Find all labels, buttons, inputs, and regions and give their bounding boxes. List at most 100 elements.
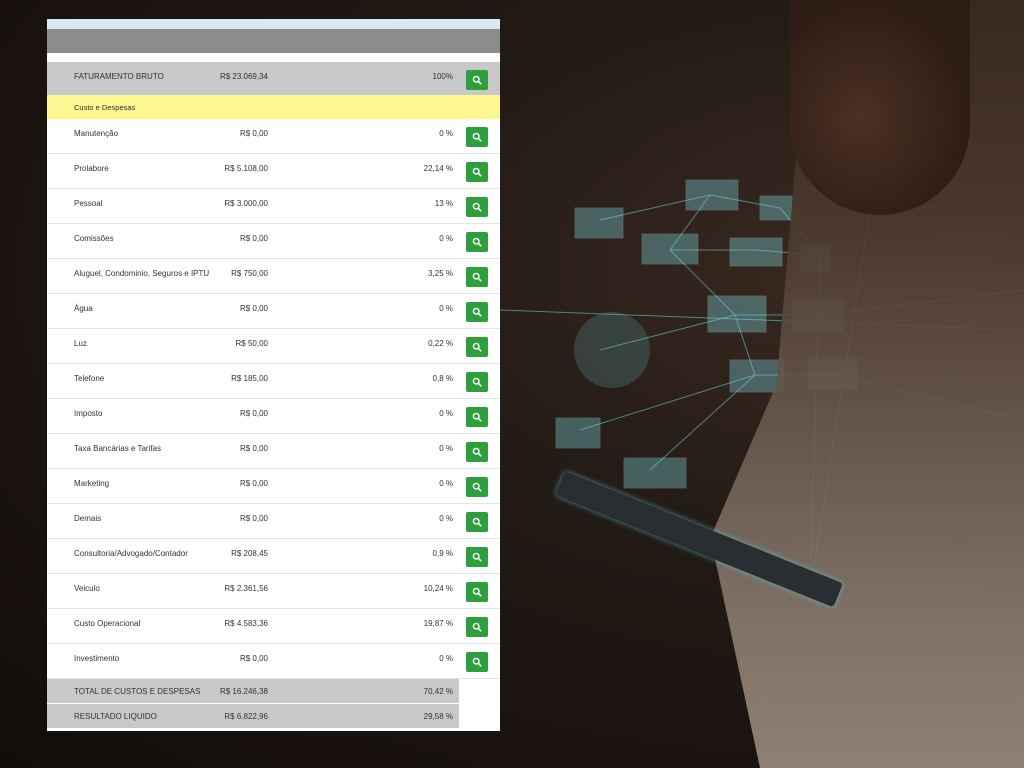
expense-pct: 13 % (434, 199, 453, 208)
financial-summary-panel: FATURAMENTO BRUTO R$ 23.069,34 100% Cust… (47, 19, 500, 731)
expense-row: Telefone R$ 185,00 0,8 % (47, 364, 500, 399)
expense-row: Investimento R$ 0,00 0 % (47, 644, 500, 679)
expense-value: R$ 0,00 (239, 479, 268, 488)
expense-detail-button[interactable] (466, 232, 488, 252)
expense-label: Demais (74, 514, 102, 523)
expense-row: Prolabore R$ 5.108,00 22,14 % (47, 154, 500, 189)
expense-row: Pessoal R$ 3.000,00 13 % (47, 189, 500, 224)
resultado-pct: 29,58 % (423, 712, 453, 721)
expense-label: Investimento (74, 654, 120, 663)
expense-value: R$ 0,00 (239, 654, 268, 663)
expense-row: Comissões R$ 0,00 0 % (47, 224, 500, 259)
expense-detail-button[interactable] (466, 372, 488, 392)
panel-top-strip (47, 19, 500, 29)
expense-row: Imposto R$ 0,00 0 % (47, 399, 500, 434)
expense-label: Custo Operacional (74, 619, 141, 628)
expense-pct: 0,8 % (432, 374, 453, 383)
expense-row: Marketing R$ 0,00 0 % (47, 469, 500, 504)
expense-value: R$ 0,00 (239, 304, 268, 313)
panel-header (47, 29, 500, 53)
resultado-label: RESULTADO LIQUIDO (74, 712, 157, 721)
expense-label: Taxa Bancárias e Tarifas (74, 444, 162, 453)
expense-row: Taxa Bancárias e Tarifas R$ 0,00 0 % (47, 434, 500, 469)
search-icon (472, 482, 482, 492)
expense-row: Luz R$ 50,00 0,22 % (47, 329, 500, 364)
expense-pct: 19,87 % (423, 619, 453, 628)
expense-label: Manutenção (74, 129, 119, 138)
expense-value: R$ 4.583,36 (224, 619, 268, 628)
search-icon (472, 412, 482, 422)
expense-detail-button[interactable] (466, 582, 488, 602)
expense-pct: 0,22 % (428, 339, 453, 348)
expense-value: R$ 185,00 (231, 374, 268, 383)
expense-detail-button[interactable] (466, 442, 488, 462)
search-icon (472, 447, 482, 457)
expense-detail-button[interactable] (466, 652, 488, 672)
expense-detail-button[interactable] (466, 617, 488, 637)
search-icon (472, 517, 482, 527)
total-custos-row: TOTAL DE CUSTOS E DESPESAS R$ 16.246,38 … (47, 679, 459, 703)
expense-detail-button[interactable] (466, 197, 488, 217)
expense-detail-button[interactable] (466, 407, 488, 427)
expense-detail-button[interactable] (466, 512, 488, 532)
total-custos-value: R$ 16.246,38 (219, 687, 268, 696)
resultado-liquido-row: RESULTADO LIQUIDO R$ 6.822,96 29,58 % (47, 704, 459, 728)
expense-detail-button[interactable] (466, 162, 488, 182)
expense-detail-button[interactable] (466, 267, 488, 287)
search-icon (472, 272, 482, 282)
resultado-value: R$ 6.822,96 (224, 712, 268, 721)
person-head (790, 0, 970, 215)
expense-detail-button[interactable] (466, 477, 488, 497)
expense-row: Consultoria/Advogado/Contador R$ 208,45 0,… (47, 539, 500, 574)
expense-value: R$ 0,00 (239, 129, 268, 138)
total-custos-label: TOTAL DE CUSTOS E DESPESAS (74, 687, 201, 696)
expense-row: Demais R$ 0,00 0 % (47, 504, 500, 539)
expense-pct: 0 % (439, 409, 453, 418)
expense-pct: 0 % (439, 479, 453, 488)
expense-label: Prolabore (74, 164, 109, 173)
expense-pct: 0,9 % (432, 549, 453, 558)
expense-detail-button[interactable] (466, 547, 488, 567)
expense-detail-button[interactable] (466, 337, 488, 357)
expense-row: Aluguel, Condominio, Seguros e IPTU R$ 75… (47, 259, 500, 294)
expense-detail-button[interactable] (466, 302, 488, 322)
search-icon (472, 307, 482, 317)
faturamento-row: FATURAMENTO BRUTO R$ 23.069,34 100% (47, 62, 500, 95)
expense-pct: 0 % (439, 304, 453, 313)
search-icon (472, 237, 482, 247)
search-icon (472, 552, 482, 562)
faturamento-pct: 100% (432, 72, 453, 81)
total-custos-pct: 70,42 % (423, 687, 453, 696)
expense-pct: 3,25 % (428, 269, 453, 278)
expense-pct: 0 % (439, 129, 453, 138)
expense-row: Custo Operacional R$ 4.583,36 19,87 % (47, 609, 500, 644)
expense-pct: 22,14 % (423, 164, 453, 173)
expense-list: Manutenção R$ 0,00 0 % Prolabore R$ 5.108,00… (47, 119, 500, 679)
search-icon (472, 377, 482, 387)
faturamento-detail-button[interactable] (466, 70, 488, 90)
expense-label: Telefone (74, 374, 105, 383)
expense-value: R$ 208,45 (231, 549, 268, 558)
expense-label: Consultoria/Advogado/Contador (74, 549, 188, 558)
search-icon (472, 132, 482, 142)
expense-label: Veiculo (74, 584, 100, 593)
expense-value: R$ 2.361,56 (224, 584, 268, 593)
search-icon (472, 657, 482, 667)
expense-label: Água (74, 304, 93, 313)
expense-label: Luz (74, 339, 87, 348)
faturamento-label: FATURAMENTO BRUTO (74, 72, 164, 81)
expense-value: R$ 0,00 (239, 409, 268, 418)
expense-detail-button[interactable] (466, 127, 488, 147)
expense-label: Comissões (74, 234, 114, 243)
search-icon (472, 587, 482, 597)
expense-row: Veiculo R$ 2.361,56 10,24 % (47, 574, 500, 609)
search-icon (472, 622, 482, 632)
expense-row: Água R$ 0,00 0 % (47, 294, 500, 329)
expense-value: R$ 50,00 (235, 339, 268, 348)
expense-pct: 0 % (439, 514, 453, 523)
expense-label: Marketing (74, 479, 110, 488)
expense-value: R$ 0,00 (239, 514, 268, 523)
search-icon (472, 202, 482, 212)
expense-label: Pessoal (74, 199, 103, 208)
expense-value: R$ 0,00 (239, 444, 268, 453)
